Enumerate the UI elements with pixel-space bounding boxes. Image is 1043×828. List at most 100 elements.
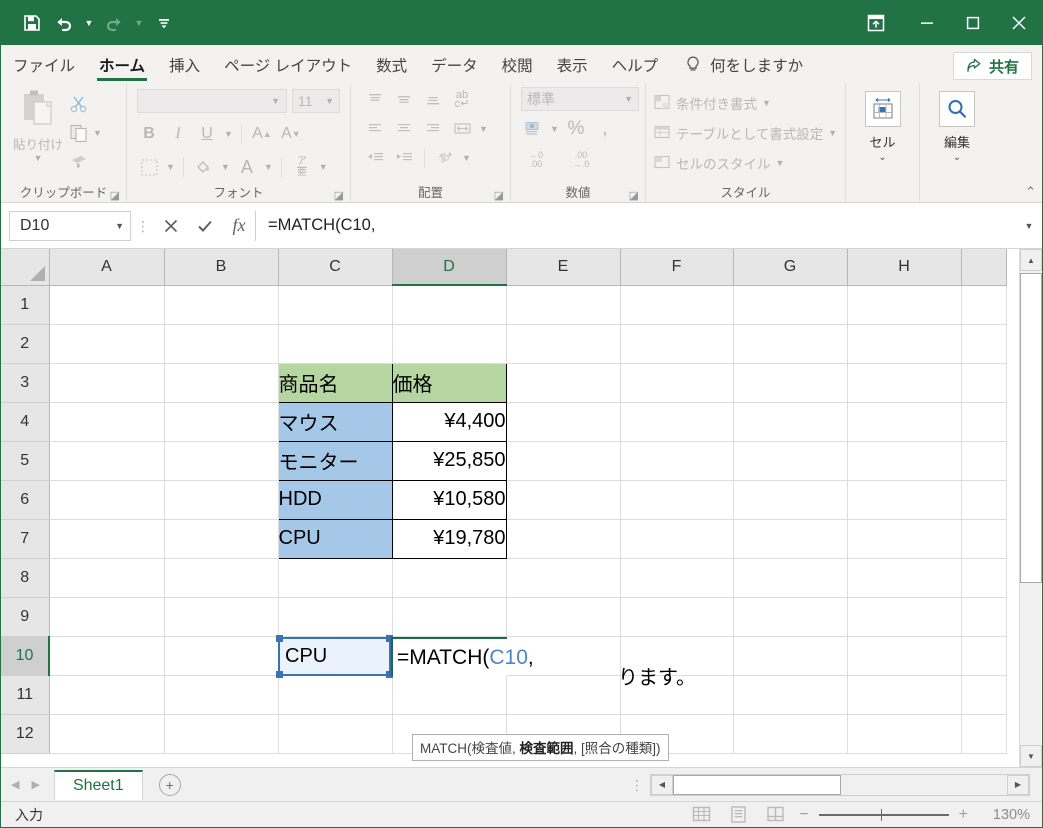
cell-i12[interactable] (961, 714, 1007, 754)
increase-font-size-button[interactable]: A ▲ (250, 122, 274, 146)
align-right-button[interactable] (421, 117, 445, 141)
cell-i4[interactable] (961, 402, 1007, 442)
cell-i8[interactable] (961, 558, 1007, 598)
tab-view[interactable]: 表示 (545, 47, 600, 83)
align-top-button[interactable] (363, 88, 387, 112)
cell-d5[interactable]: ¥25,850 (391, 440, 507, 481)
merge-center-button[interactable] (450, 117, 474, 141)
cell-a2[interactable] (49, 324, 165, 364)
cell-f2[interactable] (620, 324, 734, 364)
phonetic-guide-button[interactable]: ア亜 (290, 155, 314, 179)
cell-i3[interactable] (961, 363, 1007, 403)
cell-a5[interactable] (49, 441, 165, 481)
font-color-dropdown-icon[interactable]: ▼ (264, 162, 273, 172)
decrease-font-size-button[interactable]: A ▼ (279, 122, 303, 146)
editing-button[interactable]: 編集 ⌄ (929, 87, 985, 183)
ref-handle-bl[interactable] (276, 671, 283, 678)
editing-dropdown-icon[interactable]: ⌄ (953, 152, 961, 163)
cell-g7[interactable] (733, 519, 848, 559)
cell-d8[interactable] (392, 558, 507, 598)
add-sheet-button[interactable]: + (158, 773, 181, 796)
cell-f4[interactable] (620, 402, 734, 442)
row-header-6[interactable]: 6 (1, 480, 50, 520)
normal-view-icon[interactable] (692, 805, 711, 824)
cell-b2[interactable] (164, 324, 279, 364)
cell-i6[interactable] (961, 480, 1007, 520)
cell-g2[interactable] (733, 324, 848, 364)
ref-handle-tl[interactable] (276, 635, 283, 642)
cell-d11[interactable] (392, 675, 507, 715)
cell-b8[interactable] (164, 558, 279, 598)
accounting-dropdown-icon[interactable]: ▼ (550, 124, 559, 134)
tell-me-box[interactable]: 何をしますか (684, 47, 803, 83)
tab-review[interactable]: 校閲 (490, 47, 545, 83)
cell-i9[interactable] (961, 597, 1007, 637)
cell-c12[interactable] (278, 714, 393, 754)
cell-g12[interactable] (733, 714, 848, 754)
cell-c5[interactable]: モニター (277, 440, 393, 481)
accounting-format-button[interactable] (521, 117, 545, 141)
cell-i7[interactable] (961, 519, 1007, 559)
orientation-dropdown-icon[interactable]: ▼ (462, 153, 471, 163)
share-button[interactable]: 共有 (952, 52, 1032, 80)
tab-help[interactable]: ヘルプ (600, 47, 671, 83)
cut-button[interactable] (69, 91, 102, 117)
name-box[interactable]: D10 ▼ (9, 210, 131, 241)
cell-c2[interactable] (278, 324, 393, 364)
format-as-table-dropdown-icon[interactable]: ▼ (828, 128, 837, 138)
bold-button[interactable]: B (137, 122, 161, 146)
cell-h9[interactable] (847, 597, 962, 637)
column-header-d[interactable]: D (392, 249, 507, 286)
zoom-slider[interactable] (818, 808, 949, 821)
zoom-slider-thumb[interactable] (880, 808, 883, 821)
row-header-10[interactable]: 10 (1, 636, 50, 676)
row-header-4[interactable]: 4 (1, 402, 50, 442)
decrease-decimal-button[interactable]: .00 →.0 (566, 148, 596, 172)
tab-formulas[interactable]: 数式 (364, 47, 419, 83)
cell-g10[interactable] (733, 636, 848, 676)
cell-b11[interactable] (164, 675, 279, 715)
cell-h1[interactable] (847, 285, 962, 325)
cell-i5[interactable] (961, 441, 1007, 481)
cell-c9[interactable] (278, 597, 393, 637)
cell-b10[interactable] (164, 636, 279, 676)
tab-data[interactable]: データ (419, 47, 490, 83)
customize-qat-icon[interactable] (149, 8, 179, 38)
tab-page-layout[interactable]: ページ レイアウト (212, 47, 364, 83)
row-header-3[interactable]: 3 (1, 363, 50, 403)
column-header-e[interactable]: E (506, 249, 621, 286)
underline-dropdown-icon[interactable]: ▼ (224, 129, 233, 139)
collapse-ribbon-icon[interactable]: ⌃ (1025, 184, 1036, 200)
close-icon[interactable] (996, 1, 1042, 45)
cancel-icon[interactable] (155, 211, 187, 241)
row-header-11[interactable]: 11 (1, 675, 50, 715)
font-size-dropdown-icon[interactable]: ▼ (325, 96, 334, 106)
column-header-h[interactable]: H (847, 249, 962, 286)
cell-f5[interactable] (620, 441, 734, 481)
chevron-left-icon[interactable]: ◀ (11, 778, 19, 791)
cell-i10[interactable] (961, 636, 1007, 676)
copy-dropdown-icon[interactable]: ▼ (93, 128, 102, 138)
cell-g11[interactable] (733, 675, 848, 715)
paste-button[interactable]: 貼り付け ▼ (7, 87, 69, 163)
format-as-table-button[interactable]: テーブルとして書式設定 ▼ (654, 119, 837, 146)
cell-h4[interactable] (847, 402, 962, 442)
cell-f7[interactable] (620, 519, 734, 559)
cell-e2[interactable] (506, 324, 621, 364)
cell-h5[interactable] (847, 441, 962, 481)
wrap-text-button[interactable]: ab c↵ (450, 88, 474, 112)
tab-home[interactable]: ホーム (87, 47, 157, 83)
name-box-dropdown-icon[interactable]: ▼ (115, 221, 124, 231)
worksheet-grid[interactable]: A B C D E F G H 1 2 3 商品名 価格 4 マウス ¥4,40… (1, 249, 1042, 767)
align-middle-button[interactable] (392, 88, 416, 112)
expand-formula-bar-icon[interactable]: ▼ (1016, 211, 1042, 241)
cell-c7[interactable]: CPU (277, 518, 393, 559)
cell-a7[interactable] (49, 519, 165, 559)
cell-a4[interactable] (49, 402, 165, 442)
cell-f8[interactable] (620, 558, 734, 598)
confirm-icon[interactable] (189, 211, 221, 241)
phonetic-dropdown-icon[interactable]: ▼ (319, 162, 328, 172)
undo-icon[interactable] (49, 8, 79, 38)
active-cell-editor[interactable]: =MATCH(C10, (391, 637, 534, 676)
undo-dropdown-icon[interactable]: ▼ (81, 8, 97, 38)
